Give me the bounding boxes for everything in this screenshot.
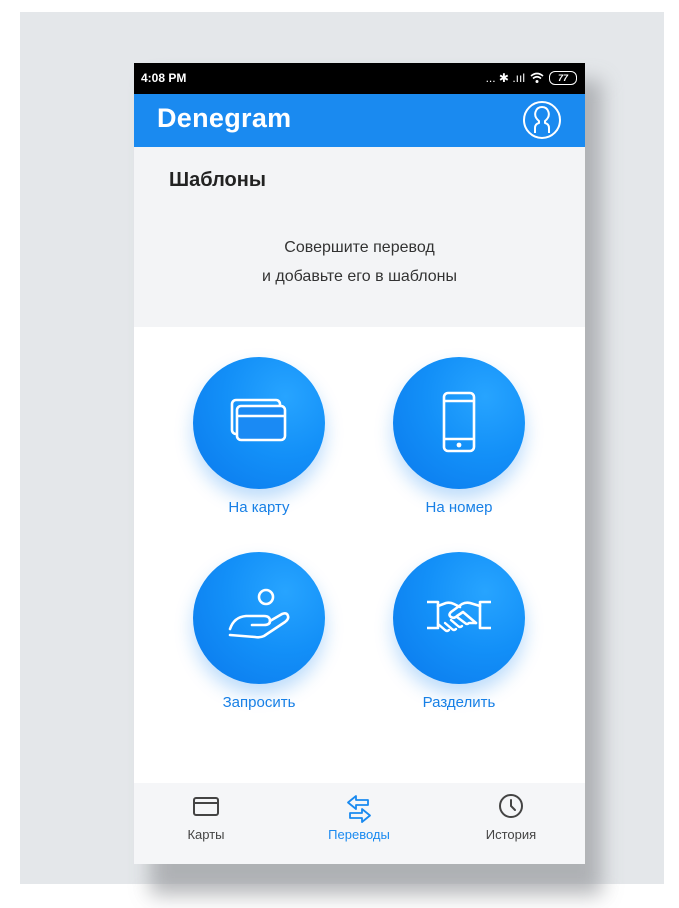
- phone-screen: 4:08 PM ... ✱ .ııl 77 Denegram Шаблоны С…: [134, 63, 585, 864]
- nav-item-transfers[interactable]: Переводы: [299, 793, 419, 842]
- templates-empty-hint: Совершите перевод и добавьте его в шабло…: [134, 233, 585, 291]
- status-bar: 4:08 PM ... ✱ .ııl 77: [134, 63, 585, 94]
- clock-icon: [499, 794, 523, 818]
- templates-hint-line-2: и добавьте его в шаблоны: [262, 268, 457, 285]
- bottom-navigation: Карты Переводы История: [134, 783, 585, 864]
- hand-coin-icon: [228, 588, 290, 639]
- to-number-label: На номер: [425, 499, 493, 516]
- app-bar: Denegram: [134, 94, 585, 147]
- to-card-action[interactable]: На карту: [174, 357, 344, 516]
- templates-title: Шаблоны: [169, 169, 266, 191]
- templates-section: Шаблоны Совершите перевод и добавьте его…: [134, 147, 585, 327]
- nav-label-transfers: Переводы: [328, 827, 390, 842]
- nav-label-cards: Карты: [187, 827, 225, 842]
- request-label: Запросить: [222, 694, 296, 711]
- battery-icon: 77: [549, 71, 577, 85]
- handshake-icon: [427, 600, 491, 633]
- app-logo: Denegram: [157, 103, 292, 133]
- to-number-button[interactable]: [393, 357, 525, 489]
- split-action[interactable]: Разделить: [374, 552, 544, 711]
- nav-item-cards[interactable]: Карты: [146, 793, 266, 842]
- cards-icon: [230, 398, 287, 442]
- request-button[interactable]: [193, 552, 325, 684]
- wifi-icon: [530, 72, 544, 83]
- nav-label-history: История: [485, 827, 537, 842]
- to-card-button[interactable]: [193, 357, 325, 489]
- user-circle-icon: [523, 101, 561, 139]
- transfer-arrows-icon: [347, 795, 371, 823]
- split-label: Разделить: [422, 694, 496, 711]
- templates-hint-line-1: Совершите перевод: [284, 239, 435, 256]
- to-card-label: На карту: [228, 499, 290, 516]
- to-number-action[interactable]: На номер: [374, 357, 544, 516]
- signal-indicators: ... ✱ .ııl: [485, 71, 525, 85]
- status-icons: ... ✱ .ııl 77: [486, 69, 577, 87]
- profile-button[interactable]: [522, 100, 562, 140]
- nav-item-history[interactable]: История: [451, 793, 571, 842]
- card-icon: [193, 797, 219, 816]
- split-button[interactable]: [393, 552, 525, 684]
- smartphone-icon: [442, 391, 476, 453]
- request-action[interactable]: Запросить: [174, 552, 344, 711]
- status-time: 4:08 PM: [141, 71, 187, 85]
